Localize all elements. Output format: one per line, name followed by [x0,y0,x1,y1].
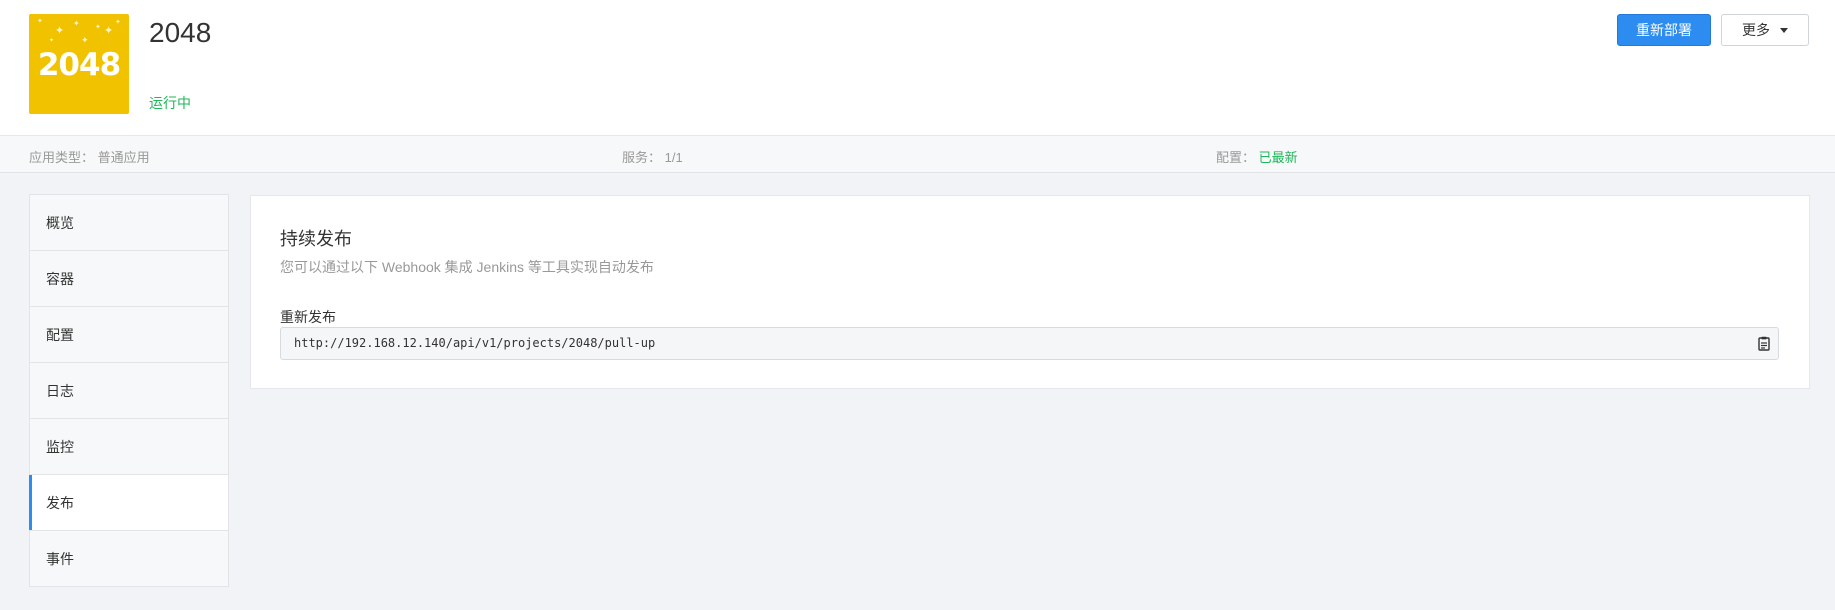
panel-description: 您可以通过以下 Webhook 集成 Jenkins 等工具实现自动发布 [280,259,654,275]
sidebar-item-events[interactable]: 事件 [30,531,228,587]
info-app-type: 应用类型： 普通应用 [29,147,150,166]
redeploy-webhook-label: 重新发布 [280,309,336,325]
sidebar-item-monitoring[interactable]: 监控 [30,419,228,475]
more-button-label: 更多 [1742,22,1770,38]
info-services-value: 1/1 [664,150,683,165]
sidebar-item-overview[interactable]: 概览 [30,195,228,251]
sidebar-nav: 概览 容器 配置 日志 监控 发布 事件 [29,194,229,587]
caret-down-icon [1780,27,1788,33]
info-bar: 应用类型： 普通应用 服务： 1/1 配置： 已最新 [0,135,1835,173]
more-dropdown-button[interactable]: 更多 [1721,14,1809,46]
info-services-label: 服务： [622,150,662,165]
logo-text: 2048 [37,47,121,83]
app-logo: ✦ ✦ ✦ ✦ ✦ ✦ ✦ ✦ 2048 [29,14,129,114]
info-config-value: 已最新 [1258,150,1298,165]
sidebar-item-label: 容器 [46,270,74,287]
sidebar-item-label: 发布 [46,494,74,511]
sidebar-item-config[interactable]: 配置 [30,307,228,363]
info-config-label: 配置： [1216,150,1256,165]
sidebar-item-release[interactable]: 发布 [29,475,228,531]
continuous-release-panel: 持续发布 您可以通过以下 Webhook 集成 Jenkins 等工具实现自动发… [250,195,1810,389]
redeploy-button[interactable]: 重新部署 [1617,14,1711,46]
webhook-url-text[interactable]: http://192.168.12.140/api/v1/projects/20… [294,336,655,350]
sidebar-item-logs[interactable]: 日志 [30,363,228,419]
info-app-type-value: 普通应用 [97,150,150,165]
sidebar-item-containers[interactable]: 容器 [30,251,228,307]
status-badge: 运行中 [149,95,191,111]
info-app-type-label: 应用类型： [29,150,95,165]
app-name: 2048 [149,17,212,48]
sidebar-item-label: 监控 [46,438,74,455]
info-config: 配置： 已最新 [1216,147,1298,166]
info-services: 服务： 1/1 [622,147,683,166]
sidebar-item-label: 日志 [46,382,74,399]
clipboard-icon[interactable] [1758,336,1770,351]
sidebar-item-label: 概览 [46,214,74,231]
panel-title: 持续发布 [280,229,352,249]
webhook-url-field[interactable]: http://192.168.12.140/api/v1/projects/20… [280,327,1779,360]
app-header: ✦ ✦ ✦ ✦ ✦ ✦ ✦ ✦ 2048 2048 运行中 重新部署 更多 [0,0,1835,135]
sidebar-item-label: 事件 [46,551,74,567]
redeploy-button-label: 重新部署 [1636,22,1692,38]
sidebar-item-label: 配置 [46,326,74,343]
